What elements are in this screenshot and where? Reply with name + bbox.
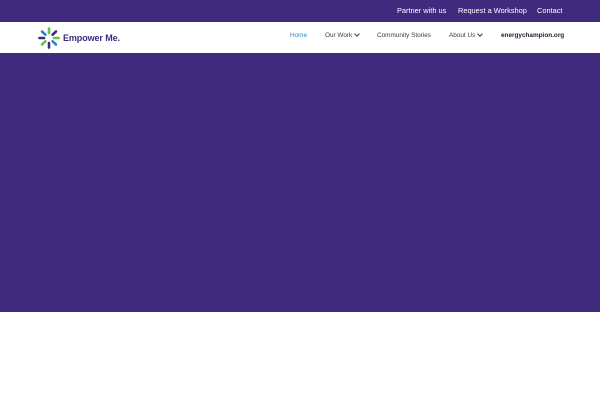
nav-our-work-label: Our Work [325,32,353,39]
nav-community-stories[interactable]: Community Stories [377,32,431,40]
chevron-down-icon [477,31,484,37]
nav-site-label: energychampion.org [501,32,565,39]
nav-home-label: Home [290,32,308,39]
top-utility-bar: Partner with us Request a Workshop Conta… [0,0,600,22]
contact-link[interactable]: Contact [537,6,562,15]
nav-energychampion-link[interactable]: energychampion.org [501,32,564,40]
main-navbar: Empower Me. Home Our Work Community Stor… [0,22,600,53]
sunburst-logo-icon [38,27,60,49]
nav-community-stories-label: Community Stories [377,32,431,39]
nav-home[interactable]: Home [290,32,307,40]
chevron-down-icon [354,31,361,37]
content-area [0,312,600,400]
brand-name: Empower Me. [63,33,120,43]
nav-our-work[interactable]: Our Work [325,31,361,40]
hero-banner [0,53,600,312]
nav-about-us-label: About Us [449,32,476,39]
nav-about-us[interactable]: About Us [449,31,484,40]
partner-with-us-link[interactable]: Partner with us [397,6,446,15]
request-workshop-link[interactable]: Request a Workshop [458,6,527,15]
